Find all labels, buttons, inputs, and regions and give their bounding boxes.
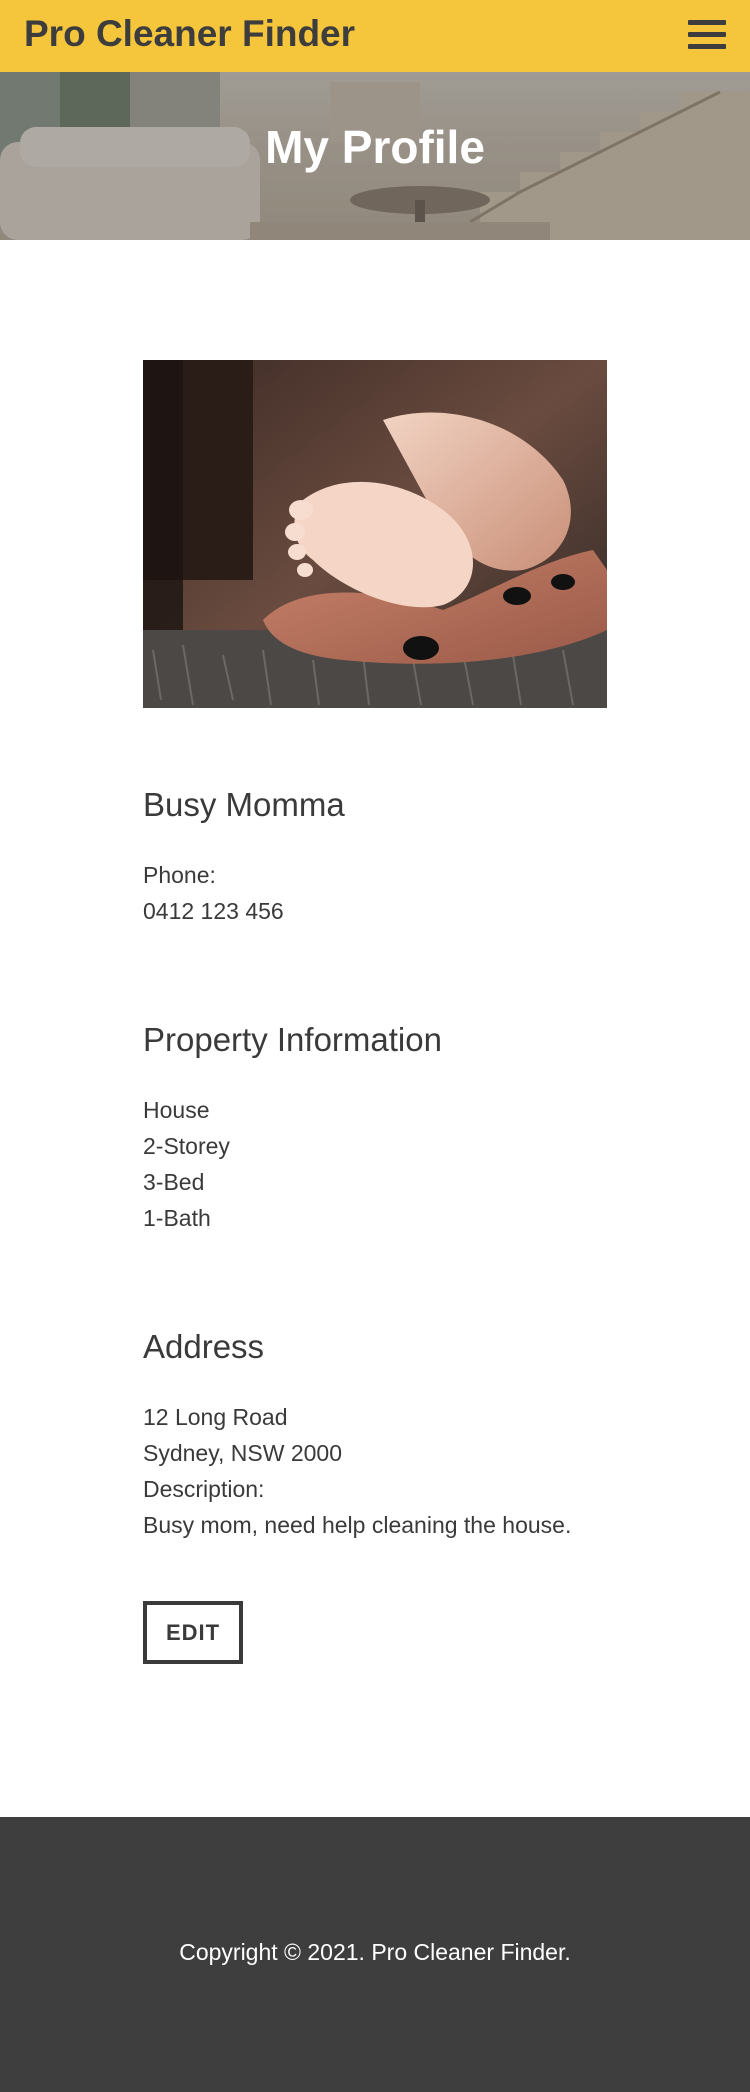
- page-title: My Profile: [265, 121, 485, 173]
- hamburger-menu-icon[interactable]: [688, 20, 726, 50]
- property-beds: 3-Bed: [143, 1169, 205, 1195]
- property-baths: 1-Bath: [143, 1205, 211, 1231]
- hero-banner: My Profile: [0, 72, 750, 240]
- profile-content: Busy Momma Phone: 0412 123 456 Property …: [143, 360, 613, 1664]
- property-storeys: 2-Storey: [143, 1133, 230, 1159]
- address-heading: Address: [143, 1328, 265, 1365]
- profile-name: Busy Momma: [143, 786, 345, 823]
- top-navbar: Pro Cleaner Finder: [0, 0, 750, 72]
- property-heading: Property Information: [143, 1021, 442, 1058]
- property-type: House: [143, 1097, 210, 1123]
- menu-bar: [688, 44, 726, 49]
- brand-logo[interactable]: Pro Cleaner Finder: [24, 13, 355, 55]
- profile-photo: [143, 360, 607, 708]
- phone-number: 0412 123 456: [143, 898, 284, 924]
- address-city: Sydney, NSW 2000: [143, 1440, 343, 1466]
- menu-bar: [688, 20, 726, 25]
- copyright-text: Copyright © 2021. Pro Cleaner Finder.: [179, 1939, 571, 1965]
- address-street: 12 Long Road: [143, 1404, 288, 1430]
- footer: Copyright © 2021. Pro Cleaner Finder.: [0, 1817, 750, 2092]
- edit-button[interactable]: EDIT: [143, 1601, 243, 1664]
- menu-bar: [688, 32, 726, 37]
- description-text: Busy mom, need help cleaning the house.: [143, 1512, 572, 1538]
- phone-label: Phone:: [143, 862, 216, 888]
- description-label: Description:: [143, 1476, 265, 1502]
